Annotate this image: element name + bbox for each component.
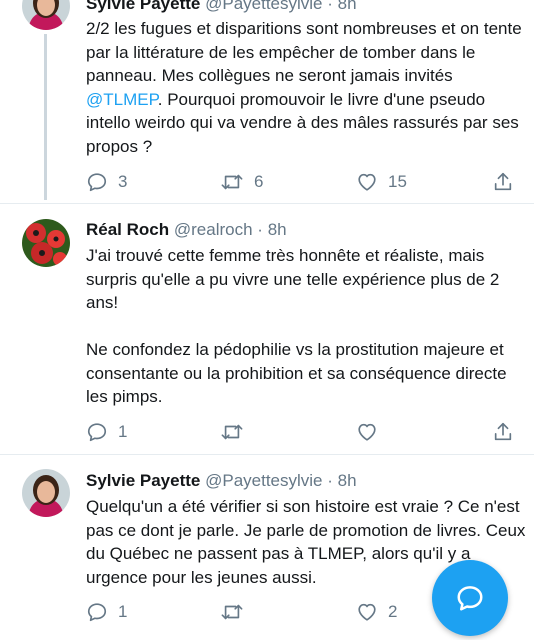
author-name[interactable]: Sylvie Payette (86, 471, 200, 490)
tweet-header: Sylvie Payette @Payettesylvie · 8h (86, 471, 357, 491)
reply-count: 1 (118, 602, 128, 621)
thread-line (44, 34, 47, 200)
share-icon (494, 172, 512, 191)
tweet-header: Réal Roch @realroch · 8h (86, 220, 287, 240)
timestamp[interactable]: 8h (268, 220, 287, 239)
tweet-1[interactable]: Sylvie Payette @Payettesylvie · 8h 2/2 l… (0, 0, 534, 203)
reply-count: 1 (118, 422, 128, 441)
share-button[interactable] (492, 420, 514, 444)
author-handle[interactable]: @realroch (174, 220, 253, 239)
like-button[interactable]: 15 (356, 170, 407, 194)
author-handle[interactable]: @Payettesylvie (205, 0, 322, 13)
share-icon (494, 422, 512, 441)
compose-reply-button[interactable] (432, 560, 508, 636)
reply-icon (87, 173, 107, 192)
like-count: 15 (388, 172, 407, 191)
compose-reply-icon (457, 586, 483, 611)
share-button[interactable] (492, 170, 514, 194)
like-count: 2 (388, 602, 398, 621)
separator-dot: · (257, 220, 263, 239)
avatar-sylvie-payette[interactable] (22, 469, 70, 517)
retweet-icon (221, 604, 243, 620)
tweet-actions: 3 6 15 (86, 170, 516, 194)
tweet-actions: 1 (86, 420, 516, 444)
author-name[interactable]: Sylvie Payette (86, 0, 200, 13)
reply-icon (87, 603, 107, 622)
mention-link[interactable]: @TLMEP (86, 90, 158, 109)
timestamp[interactable]: 8h (338, 471, 357, 490)
retweet-button[interactable] (220, 420, 254, 444)
like-button[interactable]: 2 (356, 600, 397, 624)
like-button[interactable] (356, 420, 388, 444)
separator-dot: · (327, 0, 333, 13)
tweet-2[interactable]: Réal Roch @realroch · 8h J'ai trouvé cet… (0, 204, 534, 454)
avatar-real-roch[interactable] (22, 219, 70, 267)
avatar-sylvie-payette[interactable] (22, 0, 70, 30)
retweet-icon (221, 424, 243, 440)
reply-count: 3 (118, 172, 128, 191)
author-handle[interactable]: @Payettesylvie (205, 471, 322, 490)
heart-icon (358, 423, 376, 441)
reply-button[interactable]: 1 (86, 420, 127, 444)
retweet-button[interactable] (220, 600, 254, 624)
reply-button[interactable]: 1 (86, 600, 127, 624)
author-name[interactable]: Réal Roch (86, 220, 169, 239)
heart-icon (358, 603, 376, 621)
tweet-text: J'ai trouvé cette femme très honnête et … (86, 246, 507, 406)
reply-button[interactable]: 3 (86, 170, 127, 194)
separator-dot: · (327, 471, 333, 490)
heart-icon (358, 173, 376, 191)
timestamp[interactable]: 8h (338, 0, 357, 13)
retweet-button[interactable]: 6 (220, 170, 263, 194)
tweet-text-part: 2/2 les fugues et disparitions sont nomb… (86, 19, 527, 85)
retweet-icon (221, 174, 243, 190)
tweet-header: Sylvie Payette @Payettesylvie · 8h (86, 0, 357, 14)
tweet-text: 2/2 les fugues et disparitions sont nomb… (86, 17, 526, 158)
retweet-count: 6 (254, 172, 264, 191)
reply-icon (87, 423, 107, 442)
